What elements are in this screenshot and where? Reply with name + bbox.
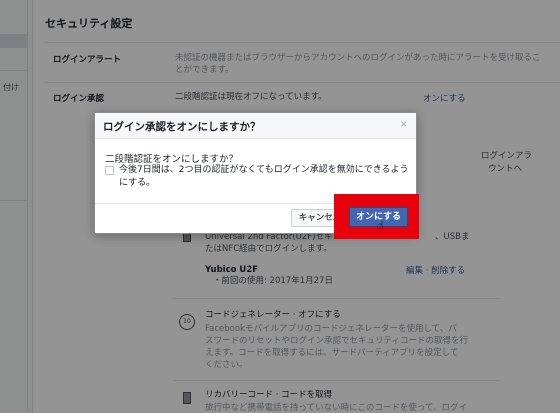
disable-7days-checkbox[interactable] [105, 166, 114, 175]
close-icon[interactable]: × [400, 119, 408, 130]
disable-7days-label[interactable]: 今後7日間は、2つ目の認証がなくてもログイン承認を無効にできるようにする。 [119, 164, 409, 190]
dialog-title: ログイン承認をオンにしますか？ [103, 121, 261, 133]
hand-cursor-icon: ☝ [377, 219, 384, 232]
dialog-header: ログイン承認をオンにしますか？ × [95, 113, 416, 139]
dialog-question: 二段階認証をオンにしますか？ [105, 154, 239, 165]
